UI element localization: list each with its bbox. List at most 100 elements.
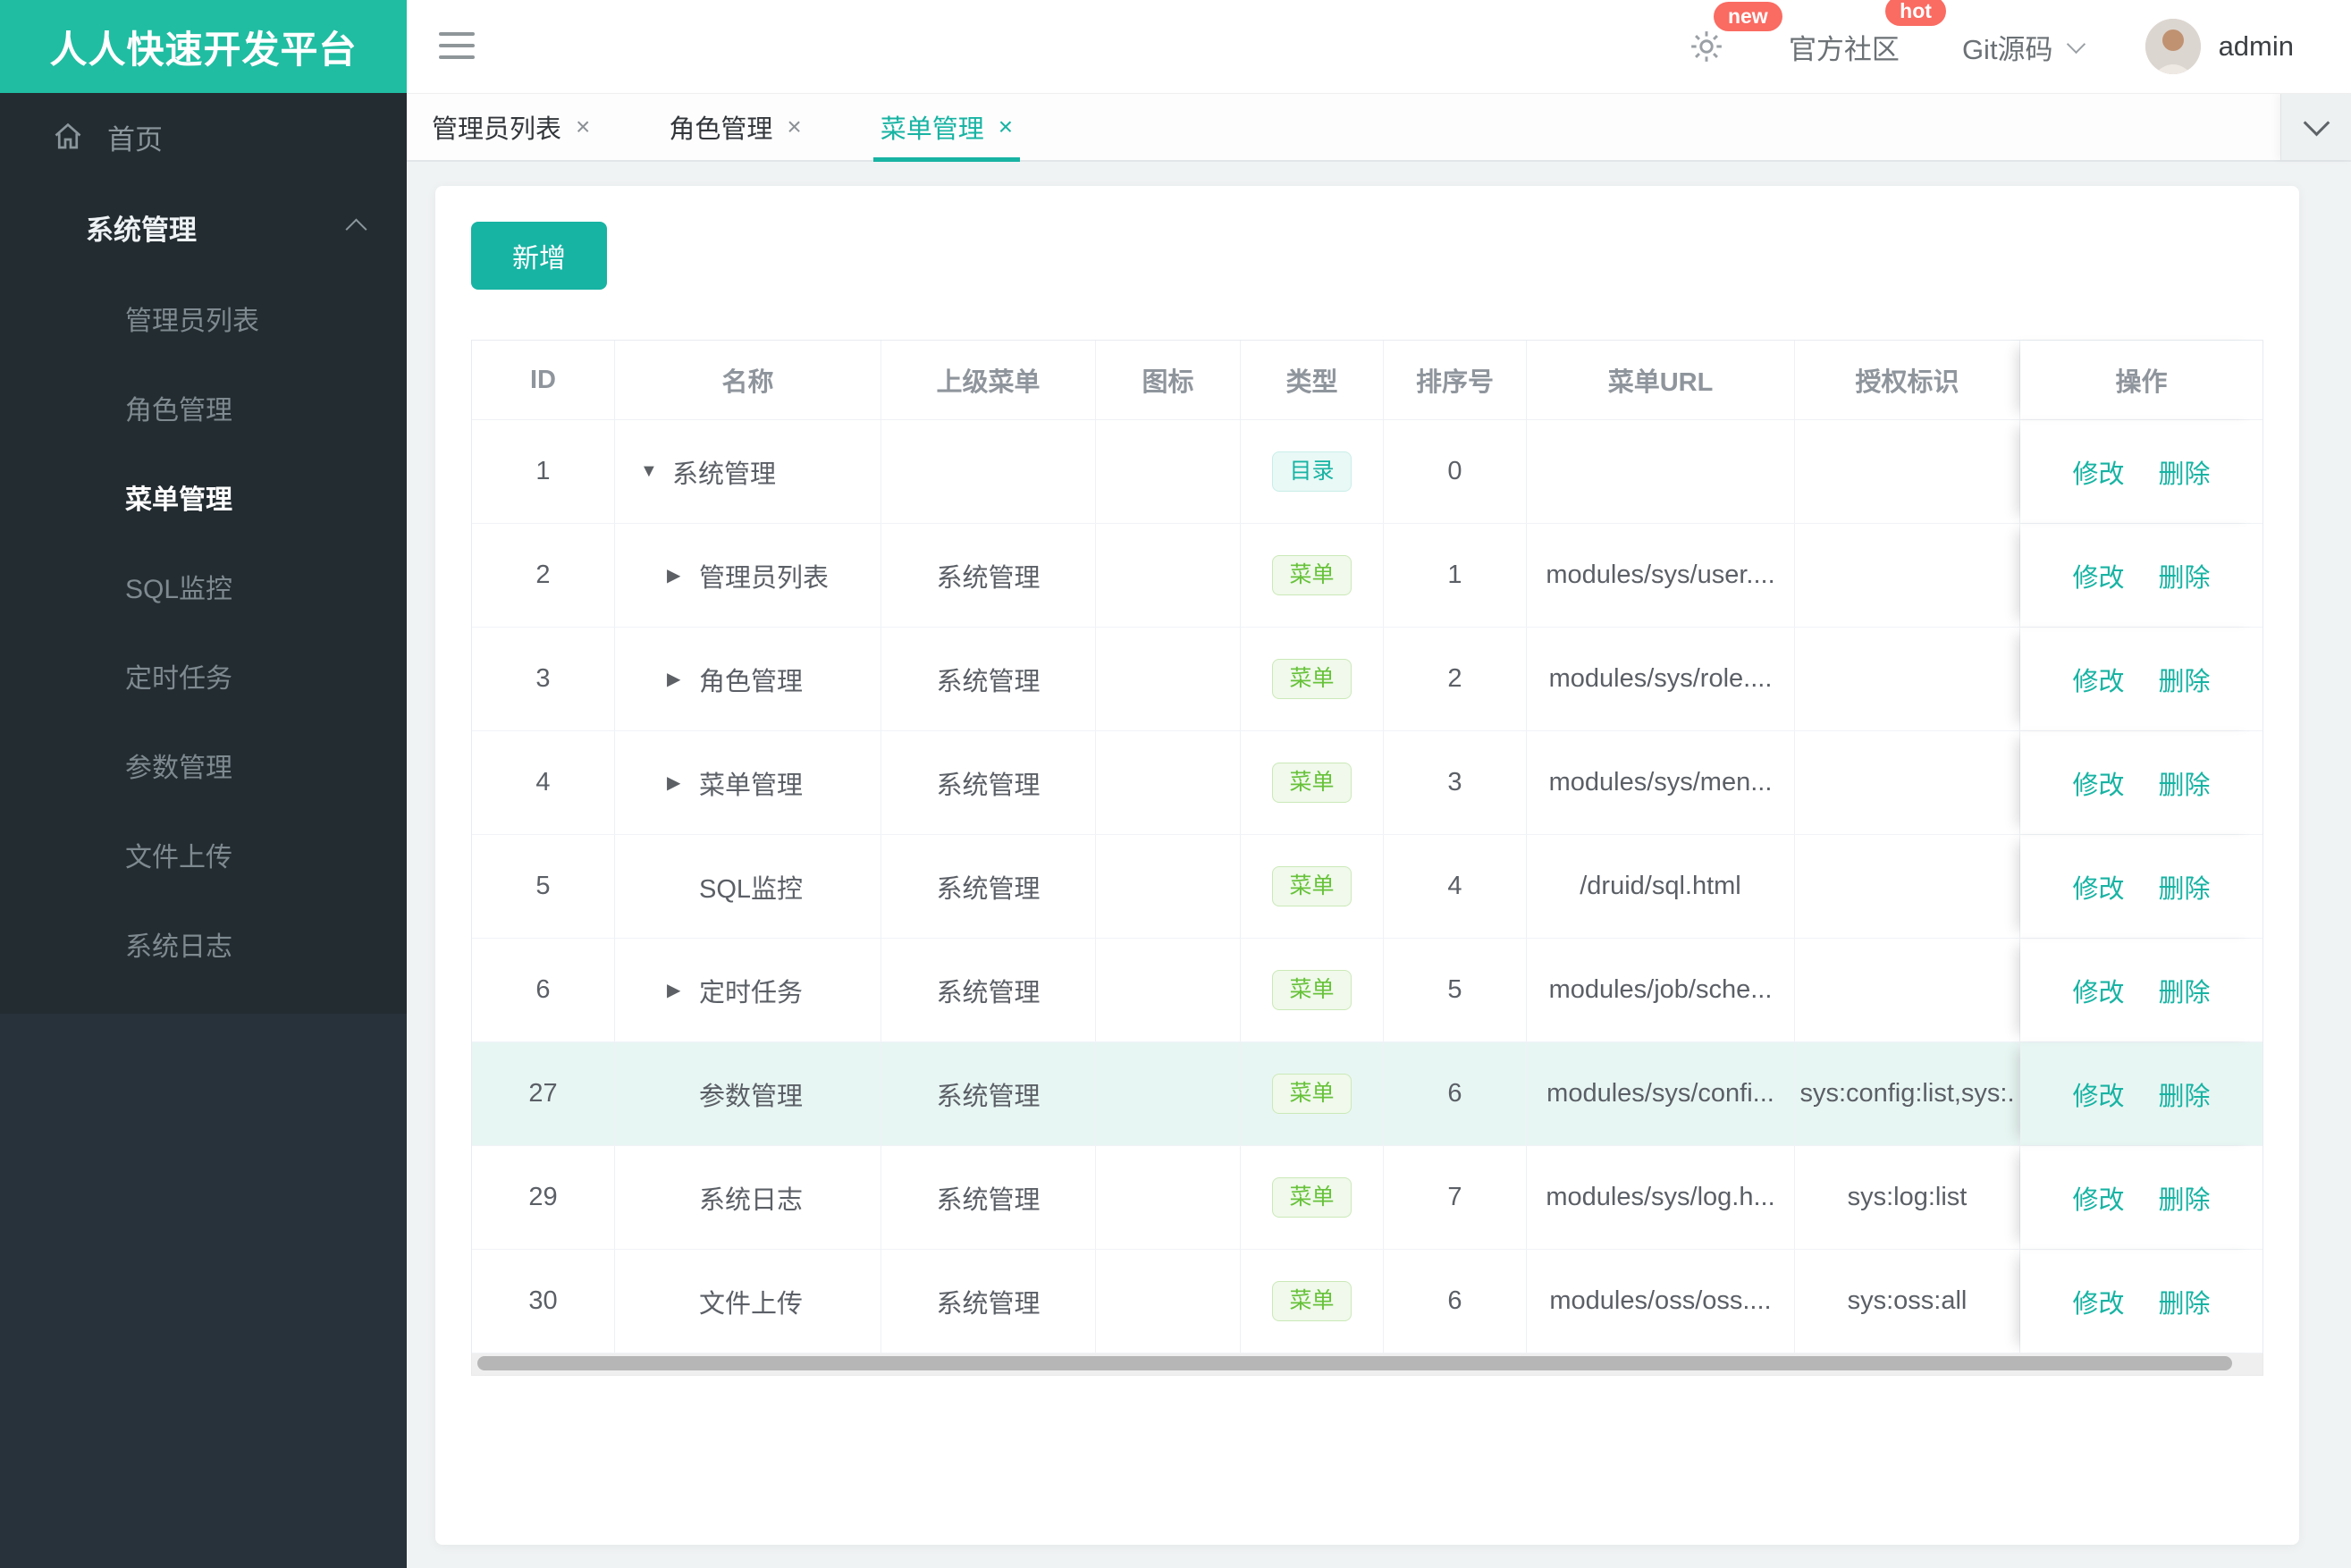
cell-permission: sys:log:list — [1795, 1146, 2020, 1249]
sidebar-item-文件上传[interactable]: 文件上传 — [0, 810, 407, 899]
delete-link[interactable]: 删除 — [2159, 661, 2211, 698]
edit-link[interactable]: 修改 — [2072, 1283, 2124, 1320]
type-badge: 菜单 — [1272, 1281, 1352, 1321]
sidebar-item-系统日志[interactable]: 系统日志 — [0, 899, 407, 989]
cell-menu-url: /druid/sql.html — [1527, 835, 1795, 938]
tab-close-icon[interactable]: × — [576, 114, 590, 139]
table-row: 30 文件上传 系统管理 菜单 6 modules/oss/oss.... sy… — [472, 1250, 2263, 1353]
delete-link[interactable]: 删除 — [2159, 972, 2211, 1009]
sidebar-group-label: 系统管理 — [86, 214, 197, 246]
tab-label: 管理员列表 — [432, 114, 562, 144]
tree-toggle-icon[interactable]: ▶ — [667, 668, 699, 690]
tree-toggle-icon[interactable]: ▼ — [640, 461, 672, 482]
sidebar-item-角色管理[interactable]: 角色管理 — [0, 363, 407, 452]
git-source-label: Git源码 — [1961, 33, 2053, 65]
cell-permission — [1795, 628, 2020, 730]
type-badge: 菜单 — [1272, 555, 1352, 595]
edit-link[interactable]: 修改 — [2072, 1179, 2124, 1217]
hamburger-menu-icon[interactable] — [439, 32, 475, 67]
tree-toggle-icon[interactable]: ▶ — [667, 771, 699, 794]
cell-id: 30 — [472, 1250, 615, 1353]
hot-badge: hot — [1885, 0, 1946, 26]
cell-parent-menu: 系统管理 — [881, 1042, 1096, 1145]
cell-menu-url: modules/oss/oss.... — [1527, 1250, 1795, 1353]
cell-id: 29 — [472, 1146, 615, 1249]
cell-actions: 修改 删除 — [2020, 628, 2263, 730]
settings-button[interactable]: new — [1687, 2, 1782, 66]
sidebar-home-label: 首页 — [107, 123, 163, 156]
sidebar-group-system[interactable]: 系统管理 — [0, 181, 407, 274]
column-header-菜单URL: 菜单URL — [1527, 341, 1795, 419]
cell-permission — [1795, 835, 2020, 938]
tree-toggle-icon[interactable]: ▶ — [667, 564, 699, 586]
edit-link[interactable]: 修改 — [2072, 764, 2124, 802]
sidebar-item-管理员列表[interactable]: 管理员列表 — [0, 274, 407, 363]
cell-name: ▼ 系统管理 — [615, 420, 881, 523]
tab[interactable]: 角色管理 × — [669, 93, 801, 160]
cell-parent-menu: 系统管理 — [881, 524, 1096, 627]
tree-toggle-icon[interactable]: ▶ — [667, 979, 699, 1001]
tab[interactable]: 菜单管理 × — [872, 93, 1021, 162]
delete-link[interactable]: 删除 — [2159, 1179, 2211, 1217]
cell-permission — [1795, 420, 2020, 523]
tab[interactable]: 管理员列表 × — [432, 93, 590, 160]
cell-menu-url: modules/sys/user.... — [1527, 524, 1795, 627]
sidebar-item-定时任务[interactable]: 定时任务 — [0, 631, 407, 721]
menu-management-card: 新增 ID 名称 上级菜单 图标 类型 排序号 菜单URL 授权标识 操作 1 ▼ 系统管理 目… — [435, 186, 2299, 1545]
cell-type: 菜单 — [1241, 1250, 1384, 1353]
cell-permission — [1795, 939, 2020, 1041]
cell-parent-menu: 系统管理 — [881, 1146, 1096, 1249]
sidebar-item-SQL监控[interactable]: SQL监控 — [0, 542, 407, 631]
delete-link[interactable]: 删除 — [2159, 1075, 2211, 1113]
delete-link[interactable]: 删除 — [2159, 764, 2211, 802]
cell-type: 菜单 — [1241, 939, 1384, 1041]
cell-name: ▶ 角色管理 — [615, 628, 881, 730]
horizontal-scrollbar-thumb[interactable] — [477, 1356, 2232, 1370]
tabs-container: 管理员列表 × 角色管理 × 菜单管理 × — [432, 93, 1091, 162]
cell-menu-url: modules/sys/log.h... — [1527, 1146, 1795, 1249]
add-button[interactable]: 新增 — [471, 222, 607, 290]
cell-name: 参数管理 — [615, 1042, 881, 1145]
cell-permission — [1795, 731, 2020, 834]
type-badge: 菜单 — [1272, 866, 1352, 906]
sidebar-item-home[interactable]: 首页 — [0, 93, 407, 181]
tabs-dropdown-button[interactable] — [2280, 93, 2351, 160]
sidebar-item-参数管理[interactable]: 参数管理 — [0, 721, 407, 810]
delete-link[interactable]: 删除 — [2159, 868, 2211, 906]
cell-icon — [1096, 524, 1241, 627]
cell-name: ▶ 菜单管理 — [615, 731, 881, 834]
cell-menu-url: modules/sys/confi... — [1527, 1042, 1795, 1145]
type-badge: 菜单 — [1272, 970, 1352, 1010]
cell-actions: 修改 删除 — [2020, 835, 2263, 938]
delete-link[interactable]: 删除 — [2159, 453, 2211, 491]
cell-icon — [1096, 835, 1241, 938]
cell-type: 菜单 — [1241, 628, 1384, 730]
git-source-dropdown[interactable]: Git源码 — [1961, 27, 2086, 67]
edit-link[interactable]: 修改 — [2072, 557, 2124, 594]
edit-link[interactable]: 修改 — [2072, 1075, 2124, 1113]
delete-link[interactable]: 删除 — [2159, 1283, 2211, 1320]
cell-order: 4 — [1384, 835, 1527, 938]
community-link[interactable]: 官方社区 hot — [1789, 0, 1946, 67]
user-menu[interactable]: admin — [2145, 19, 2294, 74]
type-badge: 目录 — [1272, 451, 1352, 492]
delete-link[interactable]: 删除 — [2159, 557, 2211, 594]
cell-order: 2 — [1384, 628, 1527, 730]
column-header-上级菜单: 上级菜单 — [881, 341, 1096, 419]
edit-link[interactable]: 修改 — [2072, 661, 2124, 698]
edit-link[interactable]: 修改 — [2072, 868, 2124, 906]
edit-link[interactable]: 修改 — [2072, 453, 2124, 491]
type-badge: 菜单 — [1272, 1074, 1352, 1114]
main-content: 新增 ID 名称 上级菜单 图标 类型 排序号 菜单URL 授权标识 操作 1 ▼ 系统管理 目… — [407, 160, 2351, 1568]
cell-name: SQL监控 — [615, 835, 881, 938]
edit-link[interactable]: 修改 — [2072, 972, 2124, 1009]
cell-id: 27 — [472, 1042, 615, 1145]
cell-icon — [1096, 1042, 1241, 1145]
sidebar-item-菜单管理[interactable]: 菜单管理 — [0, 452, 407, 542]
cell-icon — [1096, 1146, 1241, 1249]
tab-close-icon[interactable]: × — [787, 114, 801, 139]
cell-id: 2 — [472, 524, 615, 627]
cell-menu-url: modules/job/sche... — [1527, 939, 1795, 1041]
menu-table: ID 名称 上级菜单 图标 类型 排序号 菜单URL 授权标识 操作 1 ▼ 系统管理 目录 0… — [471, 340, 2263, 1353]
tab-close-icon[interactable]: × — [999, 114, 1013, 139]
